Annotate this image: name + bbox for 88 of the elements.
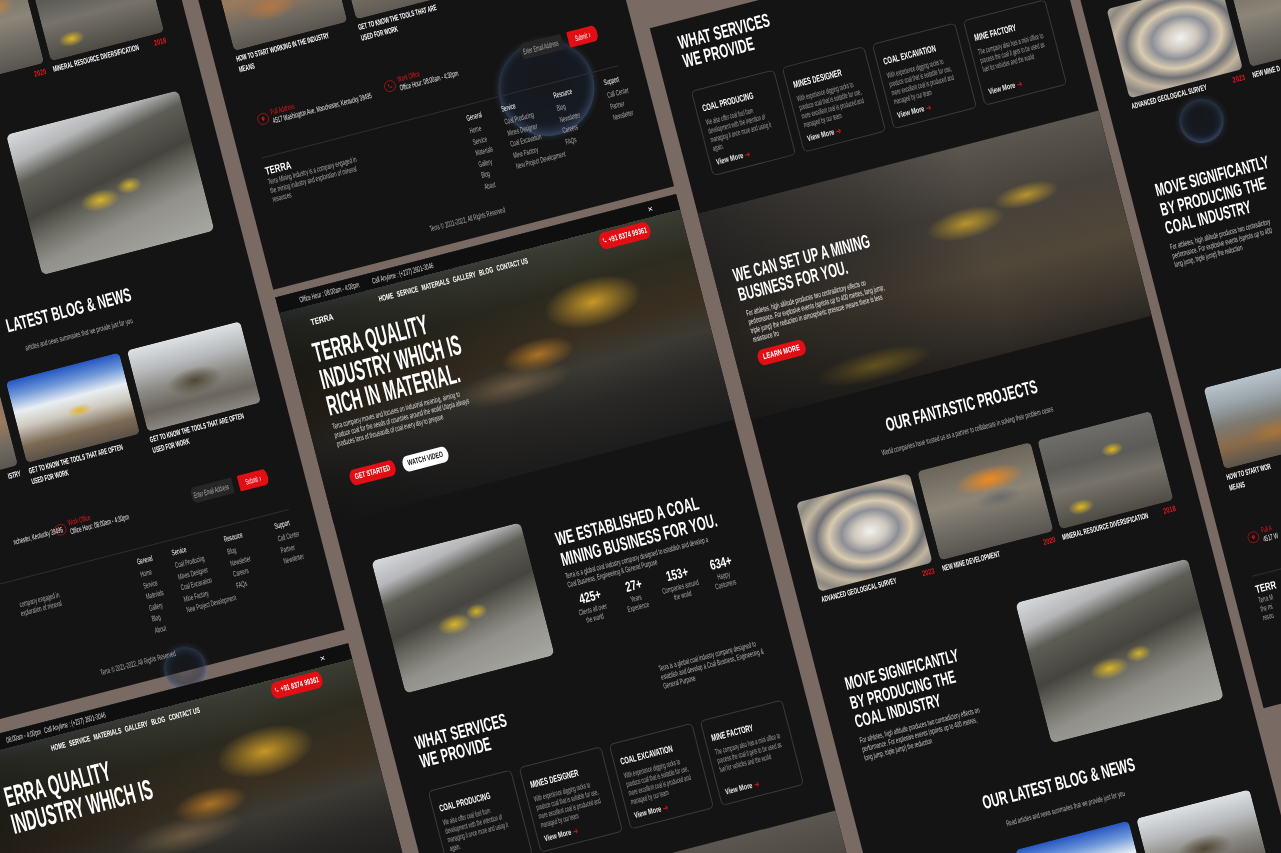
section-text: Terra is a global coal industry company designed to establish and develop a Coal Business, Engineering & General Purpose [657, 638, 766, 691]
blog-title: ISTRY [6, 468, 22, 483]
footer-heading: Service [500, 101, 517, 114]
hero-button[interactable]: WATCH VIDEO [400, 445, 450, 473]
nav-link[interactable]: SERVICE [67, 733, 92, 748]
footer-heading: Resource [223, 530, 244, 544]
project-year: 2018 [1162, 503, 1178, 517]
footer-link[interactable]: Careers [561, 122, 579, 136]
section-heading: WHAT SERVICES WE PROVIDE [676, 10, 773, 71]
phone-button[interactable]: +91 8374 99361 [597, 220, 653, 250]
footer-link[interactable]: FAQs [235, 578, 248, 591]
project-year: 2018 [153, 35, 168, 49]
footer-link[interactable]: Newsletter [558, 110, 582, 125]
close-button[interactable]: × [646, 203, 655, 215]
footer-heading: Support [602, 74, 621, 88]
hero-heading: ERRA QUALITY INDUSTRY WHICH IS [1, 754, 156, 838]
nav-link[interactable]: GALLERY [123, 718, 149, 734]
close-button[interactable]: × [318, 652, 327, 664]
footer-link[interactable]: Home [139, 567, 153, 579]
nav-link[interactable]: MATERIALS [92, 725, 123, 742]
blog-title: GET TO KNOW THE TOOLS THAT ARE USED FOR WORK [356, 2, 439, 44]
hero-button[interactable]: GET STARTED [347, 458, 398, 486]
office-hours-text: 08:00am - 4:00pm [5, 726, 42, 745]
nav-link[interactable]: HOME [377, 290, 395, 303]
project-title: ADVANCED GEOLOGICAL SURVEY [1130, 82, 1208, 112]
footer-link[interactable]: Blog [555, 101, 567, 113]
project-year: 2020 [1042, 535, 1057, 548]
nav-link[interactable]: HOME [49, 740, 67, 753]
footer-heading: General [465, 110, 483, 123]
project-title: ADVANCED GEOLOGICAL SURVEY [820, 576, 898, 606]
view-more-link[interactable]: View More [896, 102, 933, 120]
project-year: 2023 [1231, 72, 1247, 86]
project-title: NEW MINE D [1251, 64, 1281, 81]
stat-label: Years Experience [626, 592, 651, 614]
contact-text: nchester, Kentucky 39495 [12, 524, 64, 547]
footer-heading: General [135, 553, 154, 567]
footer-link[interactable]: Call Center [276, 529, 301, 544]
footer-link[interactable]: Newsletter [282, 552, 305, 566]
view-more-link[interactable]: View More [542, 826, 579, 844]
phone-icon [273, 686, 280, 694]
submit-button[interactable]: Submit [566, 24, 600, 48]
nav-link[interactable]: BLOG [477, 264, 495, 278]
project-year: 2020 [32, 66, 48, 80]
footer-heading: Resource [552, 86, 573, 101]
footer-link[interactable]: Home [468, 123, 483, 136]
email-field[interactable]: Enter Email Address [189, 477, 235, 504]
nav-link[interactable]: SERVICE [395, 284, 419, 299]
office-hours-text: Office Hour : 08:00am - 4:00pm [298, 279, 361, 304]
nav-link[interactable]: CONTACT US [167, 705, 201, 722]
footer-link[interactable]: Blog [480, 169, 492, 181]
footer-link[interactable]: Materials [474, 144, 494, 158]
section-heading: WHAT SERVICES WE PROVIDE [412, 710, 510, 771]
project-year: 2023 [921, 566, 937, 580]
blog-title: HOW TO START WOR MEANS [1225, 460, 1273, 494]
footer-link[interactable]: Call Center [606, 85, 630, 100]
contact-label: Full A [1259, 523, 1273, 535]
blog-title: GET TO KNOW THE TOOLS THAT ARE OFTEN USED FOR WORK [27, 441, 125, 488]
submit-button[interactable]: Submit [236, 468, 270, 492]
footer-link[interactable]: About [153, 623, 168, 636]
footer-link[interactable]: FAQs [564, 135, 578, 147]
stat-value: 27+ [623, 575, 644, 595]
copyright-text: Terra © 2021-2022, All Rights Reserved [429, 205, 507, 234]
footer-link[interactable]: About [483, 179, 497, 192]
footer-link[interactable]: Gallery [477, 156, 494, 170]
logo-text: TERRA [309, 311, 335, 328]
view-more-link[interactable]: View More [986, 79, 1023, 97]
footer-link[interactable]: Partner [279, 542, 296, 555]
email-field[interactable]: Enter Email Address [518, 33, 565, 61]
blog-title: GET TO KNOW THE TOOLS THAT ARE OFTEN USED FOR WORK [148, 410, 246, 456]
nav-link[interactable]: CONTACT US [495, 255, 529, 273]
footer-link[interactable]: Service [142, 577, 159, 591]
view-more-link[interactable]: View More [723, 779, 760, 797]
footer-link[interactable]: Careers [232, 566, 250, 579]
blog-title: HOW TO START WORKING IN THE INDUSTRY MEANS [235, 29, 332, 76]
footer-link[interactable]: Gallery [147, 600, 164, 613]
footer-link[interactable]: Blog [150, 613, 162, 624]
footer-link[interactable]: Materials [145, 588, 165, 602]
footer-description: Terra M the mi resou [1257, 592, 1275, 623]
nav-link[interactable]: MATERIALS [420, 276, 451, 292]
footer-description: company engaged in exploration of mineral [17, 590, 63, 619]
phone-button[interactable]: +91 8374 99361 [269, 669, 325, 700]
footer-heading: Support [273, 518, 291, 531]
nav-link[interactable]: GALLERY [451, 269, 477, 284]
phone-icon [601, 236, 608, 244]
footer-heading: Service [170, 545, 188, 558]
copyright-text: Terra © 2021-2022, All Rights Reserved [99, 648, 178, 678]
nav-link[interactable]: BLOG [150, 714, 167, 727]
footer-link[interactable]: Service [471, 134, 488, 147]
